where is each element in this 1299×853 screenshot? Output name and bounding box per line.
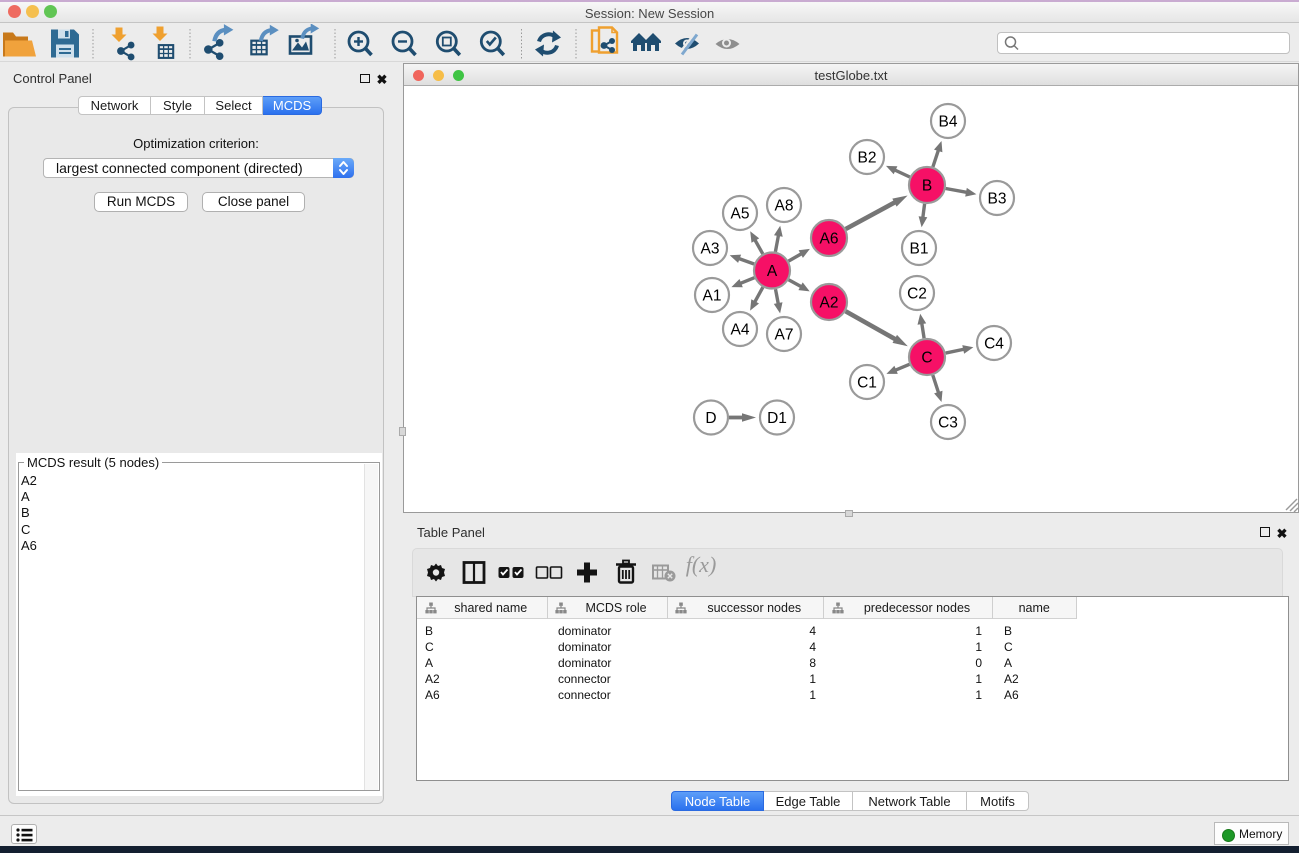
svg-text:C: C xyxy=(921,350,932,367)
svg-text:A1: A1 xyxy=(703,288,722,305)
svg-text:B1: B1 xyxy=(910,241,929,258)
svg-text:B2: B2 xyxy=(858,150,877,167)
svg-text:A4: A4 xyxy=(731,322,750,339)
svg-text:f(x): f(x) xyxy=(686,552,717,577)
svg-text:C4: C4 xyxy=(984,336,1004,353)
svg-text:C2: C2 xyxy=(907,286,927,303)
svg-text:C1: C1 xyxy=(857,375,877,392)
svg-text:A5: A5 xyxy=(731,206,750,223)
svg-text:B: B xyxy=(922,178,932,195)
svg-text:D: D xyxy=(705,410,716,427)
svg-text:A6: A6 xyxy=(820,231,839,248)
svg-text:D1: D1 xyxy=(767,410,787,427)
svg-text:A2: A2 xyxy=(820,295,839,312)
svg-text:A8: A8 xyxy=(775,198,794,215)
svg-text:B3: B3 xyxy=(988,191,1007,208)
svg-text:B4: B4 xyxy=(939,114,958,131)
svg-text:C3: C3 xyxy=(938,415,958,432)
svg-text:A7: A7 xyxy=(775,327,794,344)
svg-text:A3: A3 xyxy=(701,241,720,258)
svg-text:A: A xyxy=(767,263,778,280)
